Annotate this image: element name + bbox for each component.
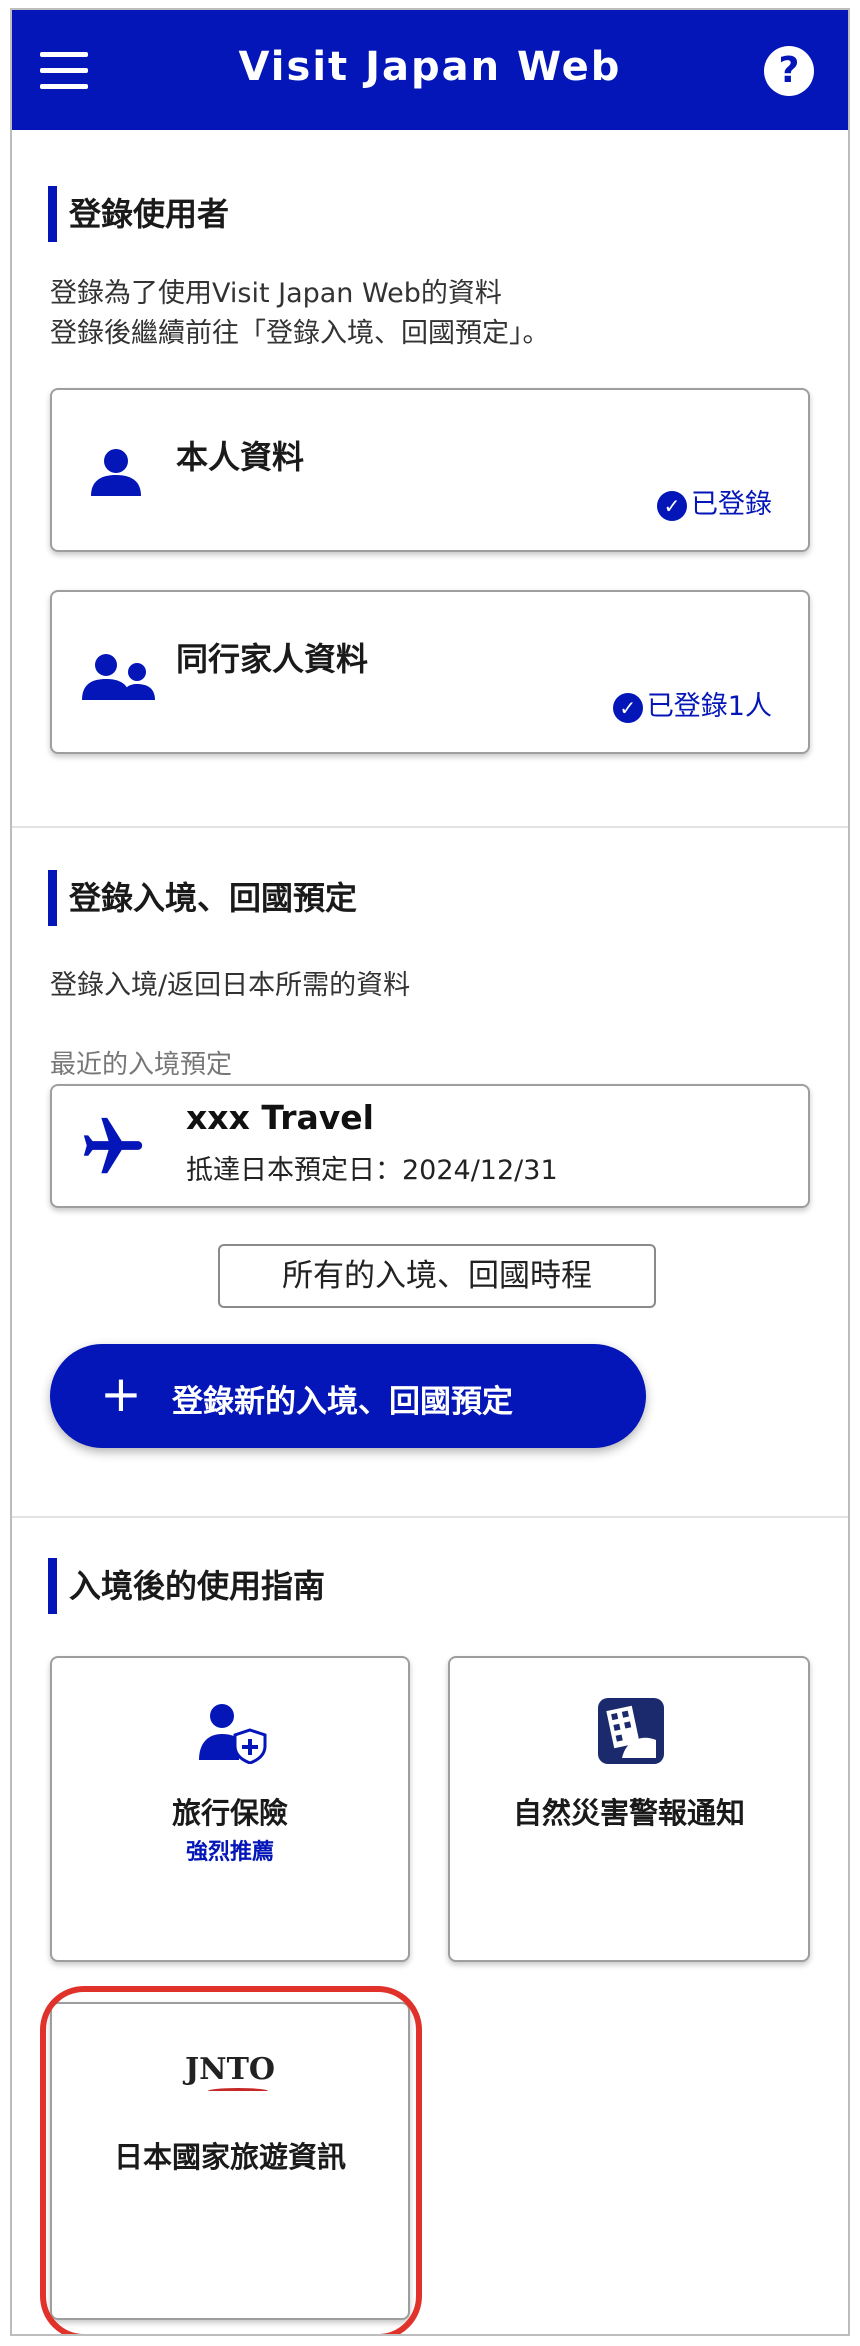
jnto-logo: JNTO [184, 2052, 276, 2087]
trip-arrival-date: 抵達日本預定日：2024/12/31 [186, 1155, 558, 1186]
disaster-alert-tile[interactable]: 自然災害警報通知 [448, 1656, 810, 1962]
disaster-alert-label: 自然災害警報通知 [512, 1796, 745, 1830]
trip-name: xxx Travel [186, 1098, 374, 1137]
jnto-logo-swash [208, 2088, 268, 2094]
recent-trip-card[interactable]: xxx Travel 抵達日本預定日：2024/12/31 [50, 1084, 810, 1208]
travel-insurance-label: 旅行保險 [171, 1796, 288, 1830]
jnto-info-tile[interactable]: JNTO 日本國家旅遊資訊 [50, 2002, 410, 2320]
section-title-entry-plans: 登錄入境、回國預定 [48, 870, 357, 926]
self-info-status: ✓ 已登錄 [657, 482, 772, 521]
jnto-info-label: 日本國家旅遊資訊 [113, 2140, 346, 2174]
section-divider [12, 826, 848, 828]
self-info-card[interactable]: 本人資料 ✓ 已登錄 [50, 388, 810, 552]
help-icon[interactable]: ? [764, 46, 814, 96]
register-users-desc-line2: 登錄後繼續前往「登錄入境、回國預定」。 [50, 318, 550, 349]
person-icon [91, 449, 141, 496]
entry-plans-desc: 登錄入境/返回日本所需的資料 [50, 970, 411, 1001]
section-title-guide: 入境後的使用指南 [48, 1558, 325, 1614]
recent-trip-label: 最近的入境預定 [50, 1050, 233, 1080]
all-trips-button[interactable]: 所有的入境、回國時程 [218, 1244, 656, 1308]
section-title-register-users: 登錄使用者 [48, 186, 229, 242]
top-bar: Visit Japan Web ? [12, 10, 848, 130]
section-divider [12, 1516, 848, 1518]
new-plan-button[interactable]: + 登錄新的入境、回國預定 [50, 1344, 646, 1448]
new-plan-button-label: 登錄新的入境、回國預定 [172, 1384, 513, 1420]
register-users-desc-line1: 登錄為了使用Visit Japan Web的資料 [50, 278, 502, 309]
travel-insurance-recommend: 強烈推薦 [185, 1840, 274, 1865]
group-icon [82, 654, 155, 700]
insurance-person-shield-icon [199, 1704, 267, 1764]
check-circle-icon: ✓ [612, 692, 643, 723]
check-circle-icon: ✓ [657, 490, 687, 521]
disaster-building-icon [598, 1698, 664, 1764]
family-info-card[interactable]: 同行家人資料 ✓ 已登錄1人 [50, 590, 810, 754]
airplane-icon [83, 1117, 143, 1174]
plus-icon: + [100, 1365, 142, 1423]
family-info-status: ✓ 已登錄1人 [612, 684, 772, 723]
self-info-label: 本人資料 [176, 438, 305, 476]
app-title: Visit Japan Web [238, 44, 622, 90]
app-frame: Visit Japan Web ? 登錄使用者 登錄為了使用Visit Japa… [10, 8, 850, 2336]
travel-insurance-tile[interactable]: 旅行保險 強烈推薦 [50, 1656, 410, 1962]
family-info-label: 同行家人資料 [176, 640, 369, 678]
